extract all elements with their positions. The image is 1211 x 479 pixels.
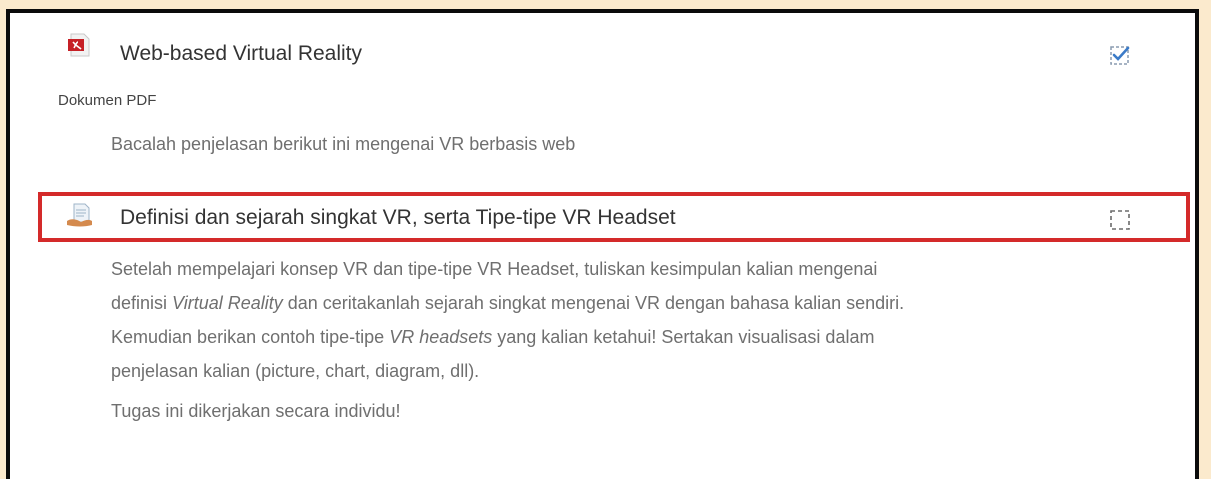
activity-type-label: Dokumen PDF — [58, 92, 157, 109]
description-text: penjelasan kalian (picture, chart, diagr… — [111, 361, 480, 381]
description-text: definisi — [111, 293, 173, 313]
description-text: yang kalian ketahui! Sertakan visualisas… — [492, 327, 875, 347]
highlight-box — [38, 192, 1190, 242]
activity-title-link[interactable]: Web-based Virtual Reality — [120, 42, 362, 66]
description-text: Bacalah penjelasan berikut ini mengenai … — [111, 134, 576, 154]
description-line: Tugas ini dikerjakan secara individu! — [111, 394, 1171, 428]
description-text: Setelah mempelajari konsep VR dan tipe-t… — [111, 259, 878, 279]
completion-checked-icon[interactable] — [1109, 44, 1130, 65]
description-line: definisi Virtual Reality dan ceritakanla… — [111, 286, 1171, 320]
pdf-file-icon — [65, 31, 93, 64]
description-text: Kemudian berikan contoh tipe-tipe — [111, 327, 390, 347]
description-emphasis: Virtual Reality — [172, 293, 283, 313]
description-text: dan ceritakanlah sejarah singkat mengena… — [282, 293, 905, 313]
description-text: Tugas ini dikerjakan secara individu! — [111, 401, 401, 421]
description-emphasis: VR headsets — [389, 327, 493, 347]
description-line: Setelah mempelajari konsep VR dan tipe-t… — [111, 252, 1171, 286]
activity-description: Bacalah penjelasan berikut ini mengenai … — [111, 127, 575, 161]
description-line: Kemudian berikan contoh tipe-tipe VR hea… — [111, 320, 1171, 354]
course-section-panel: Web-based Virtual Reality Dokumen PDF Ba… — [6, 9, 1199, 479]
description-line: penjelasan kalian (picture, chart, diagr… — [111, 354, 1171, 388]
activity-description: Setelah mempelajari konsep VR dan tipe-t… — [111, 252, 1171, 428]
